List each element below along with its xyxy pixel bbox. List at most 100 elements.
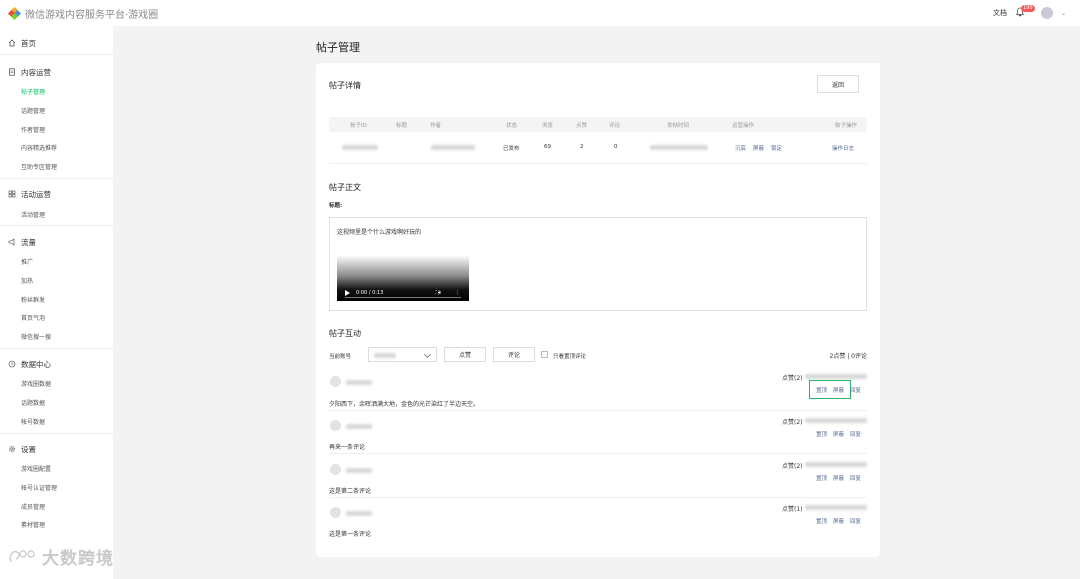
sidebar-item-post-manage[interactable]: 帖子管理	[0, 84, 113, 98]
post-id-redacted	[342, 145, 378, 150]
sidebar-item-circle-config[interactable]: 游戏圈配置	[0, 461, 113, 475]
account-label: 当前账号	[329, 354, 352, 360]
block-link[interactable]: 屏蔽	[833, 430, 844, 438]
reply-link[interactable]: 回复	[850, 386, 861, 394]
fullscreen-icon[interactable]: ⛶	[435, 290, 439, 296]
sidebar-item-home-bubble[interactable]: 首页气泡	[0, 310, 113, 324]
like-button[interactable]: 点赞	[444, 347, 486, 362]
account-select[interactable]	[368, 347, 437, 362]
comment-text: 夕阳西下，余晖洒满大地，金色的光芒染红了半边天空。	[329, 401, 480, 408]
sidebar-group-data[interactable]: 数据中心	[0, 357, 113, 371]
section-title-body: 帖子正文	[329, 183, 361, 192]
sidebar-item-topic-data[interactable]: 话题数据	[0, 395, 113, 409]
more-icon[interactable]: ⋮	[455, 290, 460, 296]
sidebar-item-account-data[interactable]: 帐号数据	[0, 414, 113, 428]
home-icon	[8, 39, 16, 47]
block-link[interactable]: 屏蔽	[833, 517, 844, 525]
video-player[interactable]: 0:00 / 0:13 🔊︎ ⛶ ⋮	[337, 256, 469, 301]
block-link[interactable]: 屏蔽	[833, 386, 844, 394]
sidebar-item-help-zone[interactable]: 互助专区管理	[0, 159, 113, 173]
sidebar-group-label: 内容运营	[21, 67, 51, 77]
block-link[interactable]: 屏蔽	[753, 144, 764, 152]
sidebar-group-label: 活动运营	[21, 189, 51, 199]
post-body-box: 这视频里是个什么游戏啊好玩的 0:00 / 0:13 🔊︎ ⛶ ⋮	[329, 217, 867, 311]
sidebar-item-promote[interactable]: 推广	[0, 254, 113, 268]
brand[interactable]: 微信游戏内容服务平台·游戏圈	[7, 6, 159, 21]
comment-avatar	[330, 507, 341, 518]
comment-likes: 点赞(2)	[782, 419, 803, 426]
video-progress-bar[interactable]	[345, 297, 461, 298]
block-link[interactable]: 屏蔽	[833, 474, 844, 482]
comment-likes: 点赞(2)	[782, 375, 803, 382]
app-title: 微信游戏内容服务平台·游戏圈	[25, 9, 159, 21]
sidebar-item-asset-manage[interactable]: 素材管理	[0, 517, 113, 531]
only-top-checkbox[interactable]	[541, 351, 548, 358]
sidebar-item-featured[interactable]: 内容精选推荐	[0, 140, 113, 154]
account-redacted	[374, 353, 396, 358]
comment-button[interactable]: 评论	[493, 347, 535, 362]
reply-link[interactable]: 回复	[850, 430, 861, 438]
comment-likes: 点赞(2)	[782, 463, 803, 470]
pin-link[interactable]: 置顶	[816, 517, 827, 525]
reply-link[interactable]: 回复	[850, 517, 861, 525]
docs-link[interactable]: 文档	[993, 8, 1007, 18]
post-card: 帖子详情 返回 帖子ID 标题 作者 状态 浏览 点赞 评论 发帖时间 运营操作…	[316, 63, 880, 557]
comment-text: 这是第一条评论	[329, 531, 372, 538]
back-button[interactable]: 返回	[817, 75, 859, 93]
comment-time-redacted	[805, 374, 867, 379]
sidebar-item-topic-manage[interactable]: 话题管理	[0, 103, 113, 117]
comment-text: 这是第二条评论	[329, 488, 372, 495]
commenter-redacted	[346, 511, 372, 516]
video-time: 0:00 / 0:13	[356, 289, 384, 296]
column-header: 发帖时间	[667, 123, 690, 129]
sidebar-group-activity[interactable]: 活动运营	[0, 187, 113, 201]
pin-link[interactable]: 置顶	[816, 474, 827, 482]
sidebar-item-activity-manage[interactable]: 活动管理	[0, 207, 113, 221]
gear-icon	[8, 445, 16, 453]
column-header: 状态	[506, 123, 518, 129]
pin-link[interactable]: 置顶	[816, 430, 827, 438]
watermark-text: 大数跨境	[42, 549, 114, 569]
sidebar-group-settings[interactable]: 设置	[0, 442, 113, 456]
post-time-redacted	[650, 145, 708, 150]
column-header: 帖子操作	[835, 123, 858, 129]
sidebar-item-author-manage[interactable]: 作者管理	[0, 122, 113, 136]
brand-logo-icon	[7, 6, 22, 20]
title-label: 标题:	[329, 203, 343, 209]
sidebar-group-label: 数据中心	[21, 359, 51, 369]
sidebar-group-traffic[interactable]: 流量	[0, 235, 113, 249]
notification-badge: 190	[1020, 5, 1035, 12]
comment-time-redacted	[805, 462, 867, 467]
column-header: 标题	[396, 123, 408, 129]
top-bar: 微信游戏内容服务平台·游戏圈 文档 190 ⌄	[0, 0, 1080, 26]
sidebar-item-account-verify[interactable]: 帐号认证管理	[0, 480, 113, 494]
post-comments: 0	[614, 144, 618, 150]
sidebar-item-member-manage[interactable]: 成员管理	[0, 499, 113, 513]
comment-time-redacted	[805, 418, 867, 423]
document-icon	[9, 68, 15, 76]
watermark-logo-icon	[9, 549, 35, 562]
chevron-down-icon[interactable]: ⌄	[1061, 10, 1066, 17]
lock-link[interactable]: 锁定	[771, 144, 782, 152]
sidebar-item-circle-data[interactable]: 游戏圈数据	[0, 376, 113, 390]
sink-link[interactable]: 沉底	[735, 144, 746, 152]
clock-icon	[8, 360, 16, 368]
sidebar-item-label: 首页	[21, 38, 36, 48]
operation-log-link[interactable]: 操作日志	[832, 144, 854, 152]
sidebar-item-boost[interactable]: 加热	[0, 273, 113, 287]
sidebar-item-fan-broadcast[interactable]: 粉丝群发	[0, 292, 113, 306]
commenter-redacted	[346, 468, 372, 473]
commenter-redacted	[346, 380, 372, 385]
play-icon[interactable]	[345, 289, 350, 296]
comment-time-redacted	[805, 505, 867, 510]
notification-bell-icon[interactable]: 190	[1015, 5, 1035, 19]
author-redacted	[431, 145, 475, 150]
reply-link[interactable]: 回复	[850, 474, 861, 482]
sidebar-group-content[interactable]: 内容运营	[0, 65, 113, 79]
sidebar-item-wechat-search[interactable]: 微信搜一搜	[0, 329, 113, 343]
sidebar-item-home[interactable]: 首页	[0, 36, 113, 50]
user-avatar[interactable]	[1040, 7, 1053, 19]
section-title-interaction: 帖子互动	[329, 329, 361, 338]
pin-link[interactable]: 置顶	[816, 386, 827, 394]
video-controls: 0:00 / 0:13 🔊︎ ⛶ ⋮	[337, 284, 469, 301]
